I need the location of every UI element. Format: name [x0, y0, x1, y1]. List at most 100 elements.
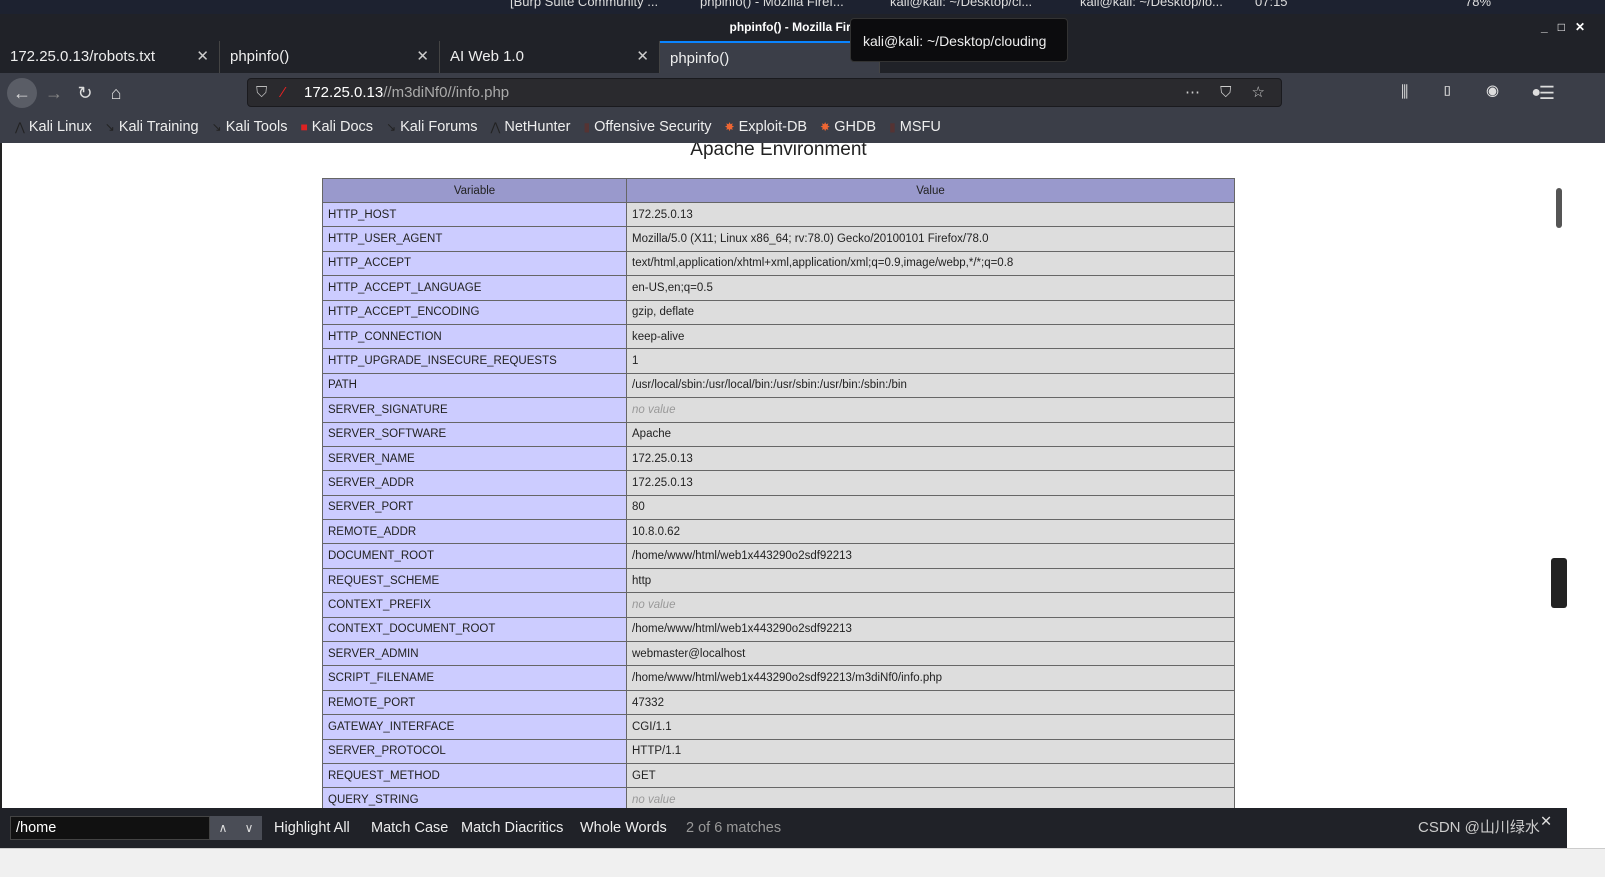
tab-ai-web[interactable]: AI Web 1.0 ✕: [440, 41, 660, 73]
close-icon[interactable]: ✕: [636, 41, 649, 73]
value-cell: /usr/local/sbin:/usr/local/bin:/usr/sbin…: [626, 372, 1235, 399]
bookmark-kali-training[interactable]: ↘ Kali Training: [105, 112, 199, 143]
reload-button[interactable]: ↻: [70, 78, 100, 108]
value-cell: GET: [626, 762, 1235, 789]
insecure-lock-icon[interactable]: ⁄: [282, 79, 285, 106]
bookmark-exploit-db[interactable]: ✸ Exploit-DB: [725, 112, 808, 143]
url-host: 172.25.0.13: [304, 84, 384, 101]
variable-cell: REQUEST_METHOD: [322, 762, 627, 789]
kali-icon: ↘: [211, 120, 222, 134]
variable-cell: HTTP_CONNECTION: [322, 323, 627, 350]
value-cell: /home/www/html/web1x443290o2sdf92213: [626, 543, 1235, 569]
value-cell: no value: [626, 592, 1235, 618]
variable-cell: QUERY_STRING: [322, 787, 627, 808]
tab-label: phpinfo(): [230, 48, 290, 65]
bookmark-nethunter[interactable]: ⋀ NetHunter: [491, 112, 571, 143]
table-row: GATEWAY_INTERFACE CGI/1.1: [322, 714, 1235, 740]
table-row: SERVER_PORT 80: [322, 494, 1235, 521]
variable-cell: HTTP_UPGRADE_INSECURE_REQUESTS: [322, 348, 627, 374]
table-row: HTTP_ACCEPT text/html,application/xhtml+x…: [322, 250, 1235, 277]
page-actions[interactable]: ⋯ ⛉ ☆: [1185, 79, 1273, 106]
taskbar-item[interactable]: [Burp Suite Community ...: [510, 0, 658, 9]
value-cell: text/html,application/xhtml+xml,applicat…: [626, 250, 1235, 277]
kali-icon: ⋀: [15, 120, 25, 134]
offsec-icon: ▮: [889, 120, 896, 134]
variable-cell: SERVER_ADDR: [322, 470, 627, 496]
variable-cell: DOCUMENT_ROOT: [322, 543, 627, 569]
variable-cell: SERVER_ADMIN: [322, 641, 627, 667]
variable-cell: SERVER_PROTOCOL: [322, 738, 627, 764]
variable-cell: SERVER_PORT: [322, 494, 627, 521]
find-previous-button[interactable]: ∧: [210, 816, 236, 840]
close-icon[interactable]: ✕: [196, 41, 209, 73]
tab-label: phpinfo(): [670, 50, 730, 67]
home-button[interactable]: ⌂: [101, 78, 131, 108]
clock: 07:15: [1255, 0, 1288, 9]
table-row: SERVER_SIGNATURE no value: [322, 397, 1235, 423]
window-controls[interactable]: _□✕: [1541, 14, 1595, 41]
url-bar[interactable]: ⛉ ⁄ 172.25.0.13//m3diNf0//info.php ⋯ ⛉ ☆: [247, 78, 1282, 107]
taskbar-item[interactable]: kali@kali: ~/Desktop/cl...: [890, 0, 1032, 9]
bookmark-msfu[interactable]: ▮ MSFU: [889, 112, 941, 143]
table-row: REQUEST_METHOD GET: [322, 762, 1235, 789]
value-cell: Apache: [626, 421, 1235, 447]
table-row: CONTEXT_DOCUMENT_ROOT/home/www/html/web1…: [322, 616, 1235, 643]
table-row: DOCUMENT_ROOT/home/www/html/web1x443290o…: [322, 543, 1235, 569]
value-cell: 80: [626, 494, 1235, 521]
tab-robots[interactable]: 172.25.0.13/robots.txt ✕: [0, 41, 220, 73]
taskbar-item[interactable]: phpinfo() - Mozilla Firef...: [700, 0, 844, 9]
battery-level: 78%: [1465, 0, 1492, 9]
match-case-toggle[interactable]: Match Case: [371, 808, 448, 848]
watermark: CSDN @山川绿水: [1418, 819, 1540, 836]
os-taskbar: [Burp Suite Community ... phpinfo() - Mo…: [0, 0, 1605, 14]
match-diacritics-toggle[interactable]: Match Diacritics: [461, 808, 563, 848]
tab-phpinfo[interactable]: phpinfo() ✕: [220, 41, 440, 73]
kali-icon: ↘: [104, 120, 115, 134]
shield-icon[interactable]: ⛉: [256, 79, 267, 106]
bookmark-kali-tools[interactable]: ↘ Kali Tools: [212, 112, 288, 143]
table-row: CONTEXT_PREFIX no value: [322, 592, 1235, 618]
find-next-button[interactable]: ∨: [236, 816, 262, 840]
scrollbar-thumb[interactable]: [1556, 188, 1562, 228]
forward-button[interactable]: →: [39, 78, 69, 108]
variable-cell: PATH: [322, 372, 627, 399]
navigation-toolbar: ← → ↻ ⌂ ⛉ ⁄ 172.25.0.13//m3diNf0//info.p…: [0, 73, 1605, 112]
bookmark-kali-forums[interactable]: ↘ Kali Forums: [386, 112, 477, 143]
whole-words-toggle[interactable]: Whole Words: [580, 808, 667, 848]
tab-phpinfo-active[interactable]: phpinfo()✕: [660, 41, 880, 73]
find-input[interactable]: [10, 816, 210, 840]
close-findbar-icon[interactable]: ✕: [1540, 802, 1552, 842]
tab-strip: 172.25.0.13/robots.txt ✕ phpinfo() ✕ AI We…: [0, 41, 1605, 73]
status-area: [0, 848, 1605, 877]
url-path: //m3diNf0//info.php: [383, 84, 510, 101]
tab-label: AI Web 1.0: [450, 48, 524, 65]
bookmark-ghdb[interactable]: ✸ GHDB: [820, 112, 876, 143]
value-cell: webmaster@localhost: [626, 641, 1235, 667]
column-header: Variable: [322, 178, 627, 203]
value-cell: keep-alive: [626, 323, 1235, 350]
table-row: HTTP_HOST 172.25.0.13: [322, 201, 1235, 228]
kali-icon: ↘: [386, 120, 397, 134]
value-cell: 10.8.0.62: [626, 519, 1235, 545]
bookmark-kali-docs[interactable]: ■ Kali Docs: [301, 112, 374, 143]
back-button[interactable]: ←: [7, 78, 37, 108]
table-row: PATH/usr/local/sbin:/usr/local/bin:/usr/…: [322, 372, 1235, 399]
value-cell: 47332: [626, 689, 1235, 716]
table-row: HTTP_ACCEPT_LANGUAGE en-US,en;q=0.5: [322, 275, 1235, 301]
highlight-all-toggle[interactable]: Highlight All: [274, 808, 350, 848]
table-row: SERVER_ADMIN webmaster@localhost: [322, 641, 1235, 667]
variable-cell: REMOTE_PORT: [322, 689, 627, 716]
close-icon[interactable]: ✕: [416, 41, 429, 73]
bookmark-offensive-security[interactable]: ▮ Offensive Security: [583, 112, 711, 143]
side-widget[interactable]: [1551, 558, 1567, 608]
value-cell: Mozilla/5.0 (X11; Linux x86_64; rv:78.0)…: [626, 226, 1235, 252]
table-row: HTTP_CONNECTION keep-alive: [322, 323, 1235, 350]
menu-icon[interactable]: ☰: [1532, 78, 1562, 108]
table-row: SERVER_ADDR 172.25.0.13: [322, 470, 1235, 496]
table-row: REMOTE_PORT 47332: [322, 689, 1235, 716]
taskbar-item[interactable]: kali@kali: ~/Desktop/lo...: [1080, 0, 1223, 9]
value-cell: gzip, deflate: [626, 299, 1235, 325]
bookmark-kali-linux[interactable]: ⋀ Kali Linux: [15, 112, 92, 143]
value-cell: 172.25.0.13: [626, 470, 1235, 496]
value-cell: CGI/1.1: [626, 714, 1235, 740]
